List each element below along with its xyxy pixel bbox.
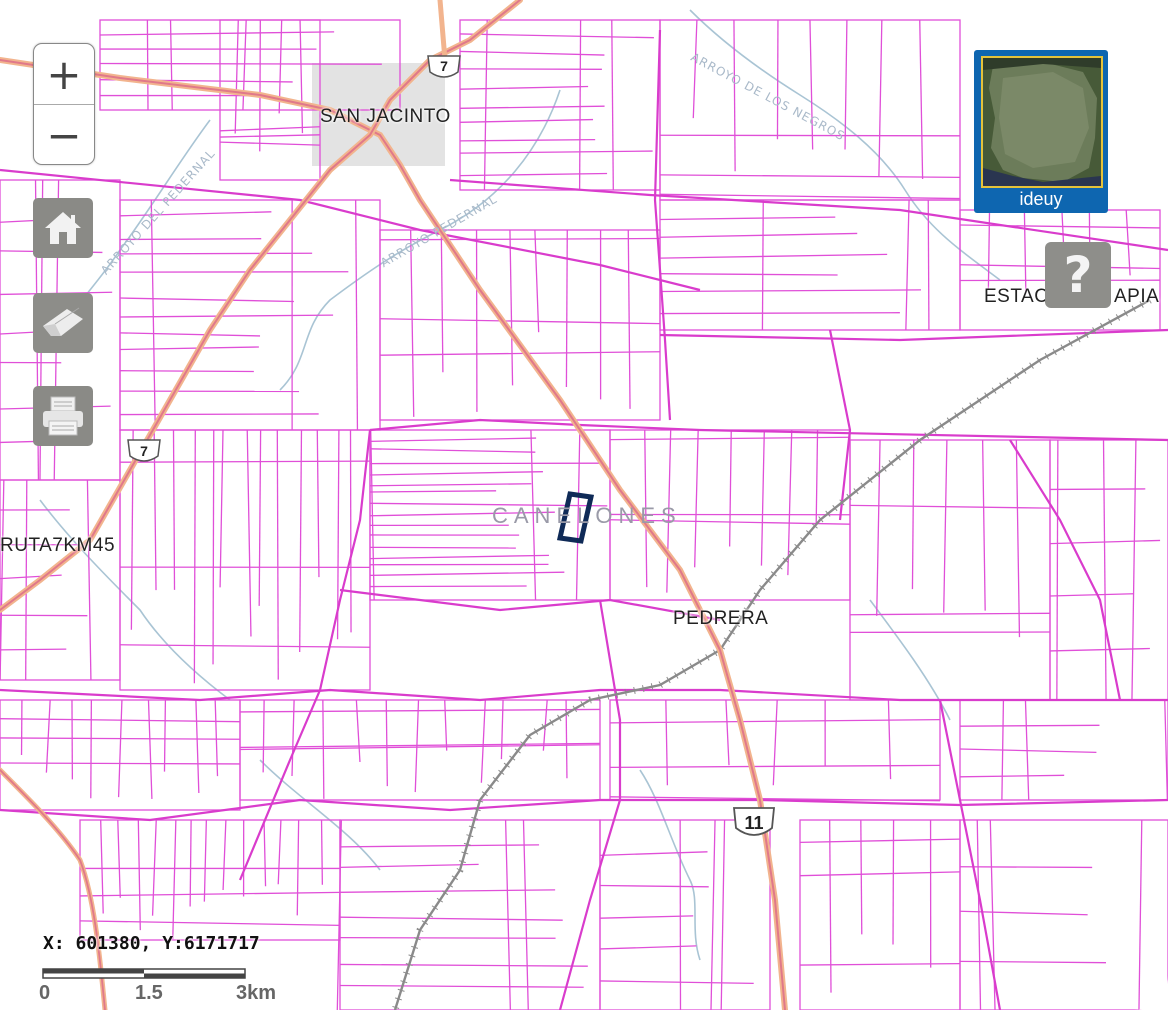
- route-shield-11: 11: [733, 807, 775, 836]
- help-button[interactable]: ?: [1045, 242, 1111, 308]
- place-label-san-jacinto: SAN JACINTO: [320, 106, 451, 127]
- zoom-out-button[interactable]: −: [34, 104, 94, 164]
- basemap-switcher-label: ideuy: [1019, 189, 1063, 209]
- scale-label-0: 0: [39, 982, 51, 1004]
- scale-bar: [42, 968, 246, 979]
- print-button[interactable]: [33, 386, 93, 446]
- clear-button[interactable]: [33, 293, 93, 353]
- home-icon: [45, 212, 81, 244]
- printer-icon: [43, 396, 83, 436]
- satellite-thumbnail: [981, 56, 1103, 188]
- home-button[interactable]: [33, 198, 93, 258]
- zoom-control: + −: [33, 43, 95, 165]
- svg-text:11: 11: [744, 813, 763, 833]
- svg-text:7: 7: [140, 443, 148, 459]
- place-label-pedrera: PEDRERA: [673, 608, 769, 629]
- eraser-icon: [43, 307, 83, 336]
- basemap-switcher[interactable]: ideuy: [974, 50, 1108, 213]
- scale-label-1-5: 1.5: [135, 982, 163, 1004]
- map-viewport[interactable]: 7 7 11 ARROYO DE LOS NEGROS ARROYO DEL P…: [0, 0, 1168, 1010]
- help-icon: ?: [1063, 246, 1093, 304]
- place-label-estacion: ESTAC: [984, 286, 1049, 307]
- svg-text:7: 7: [440, 58, 448, 74]
- zoom-in-button[interactable]: +: [34, 44, 94, 104]
- place-label-apia: APIA: [1114, 286, 1160, 307]
- department-label: CANELONES: [492, 503, 682, 528]
- coordinate-readout: X: 601380, Y:6171717: [43, 933, 260, 954]
- route-shield-7-left: 7: [127, 439, 161, 462]
- place-label-ruta7km45: RUTA7KM45: [0, 535, 116, 556]
- route-shield-7-top: 7: [427, 55, 461, 78]
- scale-label-3km: 3km: [236, 982, 277, 1004]
